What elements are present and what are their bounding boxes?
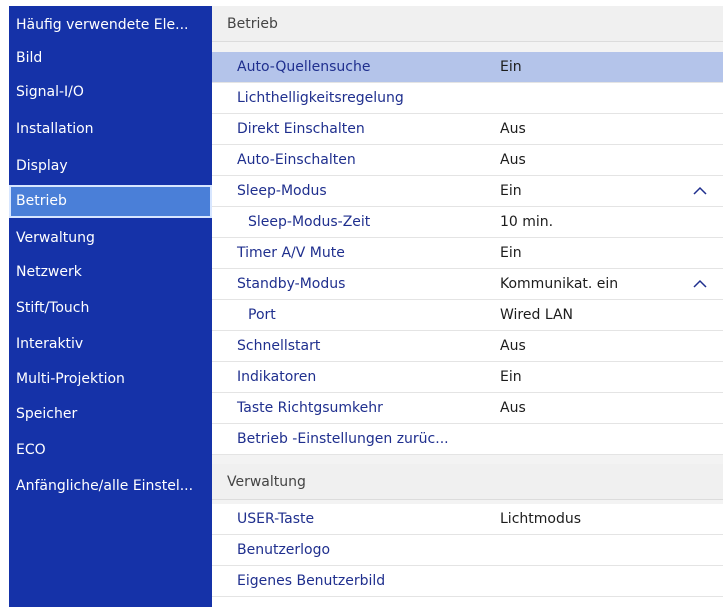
sidebar-item-haeufig[interactable]: Häufig verwendete Ele... [9,9,212,42]
sidebar-item-speicher[interactable]: Speicher [9,398,212,431]
projector-menu: Häufig verwendete Ele... Bild Signal-I/O… [9,6,723,607]
sidebar-item-signal-io[interactable]: Signal-I/O [9,76,212,109]
row-value: Aus [500,121,526,137]
chevron-up-icon[interactable] [690,269,710,299]
sidebar-item-display[interactable]: Display [9,150,212,183]
row-label: Indikatoren [237,369,317,385]
row-label: Betrieb -Einstellungen zurüc... [237,431,449,447]
row-port[interactable]: Port Wired LAN [212,300,723,331]
row-auto-quellensuche[interactable]: Auto-Quellensuche Ein [212,52,723,83]
row-sleep-modus[interactable]: Sleep-Modus Ein [212,176,723,207]
row-label: Standby-Modus [237,276,346,292]
settings-panel: Betrieb Auto-Quellensuche Ein Lichthelli… [212,6,723,607]
row-indikatoren[interactable]: Indikatoren Ein [212,362,723,393]
row-user-taste[interactable]: USER-Taste Lichtmodus [212,504,723,535]
row-value: Aus [500,338,526,354]
row-schnellstart[interactable]: Schnellstart Aus [212,331,723,362]
row-label: Lichthelligkeitsregelung [237,90,404,106]
row-label: Timer A/V Mute [237,245,345,261]
sidebar-item-installation[interactable]: Installation [9,113,212,146]
row-label: Auto-Einschalten [237,152,356,168]
sidebar-item-stift-touch[interactable]: Stift/Touch [9,292,212,325]
section-header-verwaltung: Verwaltung [212,464,723,500]
row-value: Ein [500,183,522,199]
row-direkt-einschalten[interactable]: Direkt Einschalten Aus [212,114,723,145]
row-value: Aus [500,152,526,168]
row-benutzerlogo[interactable]: Benutzerlogo [212,535,723,566]
row-value: Ein [500,245,522,261]
row-label: Auto-Quellensuche [237,59,371,75]
sidebar-item-interaktiv[interactable]: Interaktiv [9,328,212,361]
sidebar-item-eco[interactable]: ECO [9,434,212,467]
sidebar-item-betrieb[interactable]: Betrieb [9,185,212,218]
row-timer-av-mute[interactable]: Timer A/V Mute Ein [212,238,723,269]
row-lichthelligkeitsregelung[interactable]: Lichthelligkeitsregelung [212,83,723,114]
row-label: Port [248,307,276,323]
row-sleep-modus-zeit[interactable]: Sleep-Modus-Zeit 10 min. [212,207,723,238]
row-value: Lichtmodus [500,511,582,527]
sidebar-item-bild[interactable]: Bild [9,42,212,75]
section-header-betrieb: Betrieb [212,6,723,42]
sidebar-item-verwaltung[interactable]: Verwaltung [9,222,212,255]
row-value: Ein [500,59,522,75]
row-auto-einschalten[interactable]: Auto-Einschalten Aus [212,145,723,176]
row-label: Benutzerlogo [237,542,331,558]
row-value: Kommunikat. ein [500,276,619,292]
row-label: Direkt Einschalten [237,121,365,137]
row-label: Schnellstart [237,338,321,354]
row-betrieb-reset[interactable]: Betrieb -Einstellungen zurüc... [212,424,723,455]
row-standby-modus[interactable]: Standby-Modus Kommunikat. ein [212,269,723,300]
row-value: Ein [500,369,522,385]
row-label: Eigenes Benutzerbild [237,573,386,589]
sidebar: Häufig verwendete Ele... Bild Signal-I/O… [9,6,212,607]
row-value: 10 min. [500,214,554,230]
row-partial [212,597,723,607]
row-eigenes-benutzerbild[interactable]: Eigenes Benutzerbild [212,566,723,597]
row-label: Sleep-Modus [237,183,327,199]
row-value: Wired LAN [500,307,573,323]
row-label: Sleep-Modus-Zeit [248,214,371,230]
row-taste-richtgsumkehr[interactable]: Taste Richtgsumkehr Aus [212,393,723,424]
row-value: Aus [500,400,526,416]
row-label: USER-Taste [237,511,315,527]
sidebar-item-multi-projektion[interactable]: Multi-Projektion [9,363,212,396]
sidebar-item-anfaengliche[interactable]: Anfängliche/alle Einstel... [9,470,212,503]
row-label: Taste Richtgsumkehr [237,400,383,416]
sidebar-item-netzwerk[interactable]: Netzwerk [9,256,212,289]
chevron-up-icon[interactable] [690,176,710,206]
